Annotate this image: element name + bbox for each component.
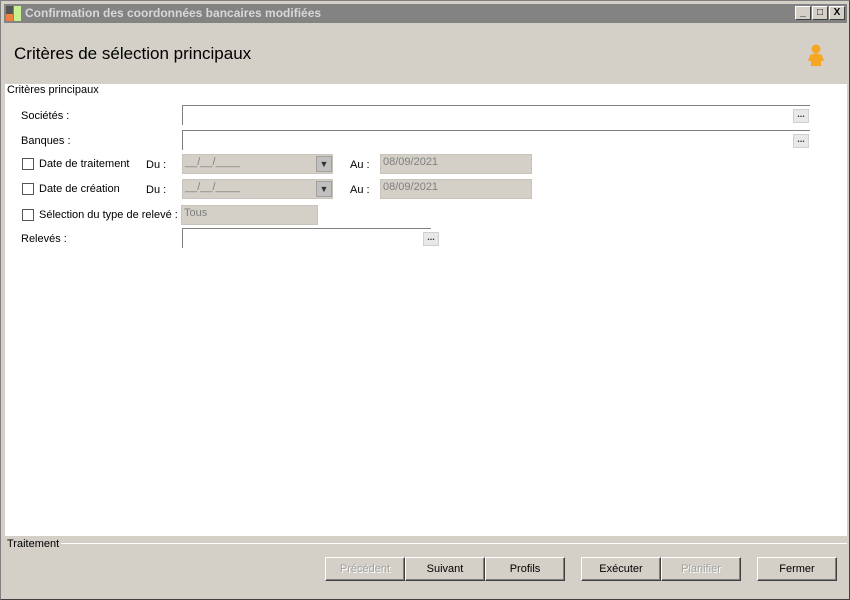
type-releve-label: Sélection du type de relevé : (39, 209, 178, 221)
type-releve-input[interactable]: Tous (181, 205, 318, 225)
fermer-button[interactable]: Fermer (757, 557, 837, 581)
group-label: Traitement (7, 538, 60, 550)
chevron-down-icon[interactable]: ▼ (316, 181, 332, 197)
type-releve-checkbox[interactable] (22, 209, 34, 221)
date-creation-label: Date de création (39, 183, 120, 195)
profils-button[interactable]: Profils (485, 557, 565, 581)
page-title: Critères de sélection principaux (14, 44, 252, 63)
title-bar[interactable]: Confirmation des coordonnées bancaires m… (4, 4, 847, 23)
au-label: Au : (350, 184, 370, 196)
group-label: Critères principaux (7, 84, 102, 96)
date-creation-du-input[interactable]: __/__/____ (182, 179, 333, 199)
releves-label: Relevés : (21, 233, 67, 245)
du-label: Du : (146, 184, 167, 196)
du-label: Du : (146, 159, 167, 171)
maximize-button[interactable]: □ (812, 6, 828, 20)
chevron-down-icon[interactable]: ▼ (316, 156, 332, 172)
banques-input[interactable] (182, 130, 810, 150)
date-traitement-au-input[interactable]: 08/09/2021 (380, 154, 532, 174)
app-icon (6, 6, 21, 21)
precedent-button[interactable]: Précédent (325, 557, 405, 581)
releves-browse-button[interactable]: ... (423, 232, 439, 246)
societes-input[interactable] (182, 105, 810, 125)
suivant-button[interactable]: Suivant (405, 557, 485, 581)
minimize-button[interactable]: _ (795, 6, 811, 20)
planifier-button[interactable]: Planifier (661, 557, 741, 581)
user-icon[interactable] (807, 44, 825, 66)
banques-browse-button[interactable]: ... (793, 134, 809, 148)
window: Confirmation des coordonnées bancaires m… (0, 0, 850, 600)
date-traitement-label: Date de traitement (39, 158, 130, 170)
close-button[interactable]: X (829, 6, 845, 20)
date-traitement-checkbox[interactable] (22, 158, 34, 170)
societes-browse-button[interactable]: ... (793, 109, 809, 123)
window-title: Confirmation des coordonnées bancaires m… (25, 6, 322, 20)
date-creation-au-input[interactable]: 08/09/2021 (380, 179, 532, 199)
criteria-panel: Critères principaux Sociétés : ... Banqu… (5, 84, 847, 536)
date-traitement-du-input[interactable]: __/__/____ (182, 154, 333, 174)
divider (99, 90, 847, 91)
releves-input[interactable] (182, 228, 431, 248)
banques-label: Banques : (21, 135, 71, 147)
societes-label: Sociétés : (21, 110, 70, 122)
date-creation-checkbox[interactable] (22, 183, 34, 195)
executer-button[interactable]: Exécuter (581, 557, 661, 581)
au-label: Au : (350, 159, 370, 171)
divider (61, 543, 847, 544)
